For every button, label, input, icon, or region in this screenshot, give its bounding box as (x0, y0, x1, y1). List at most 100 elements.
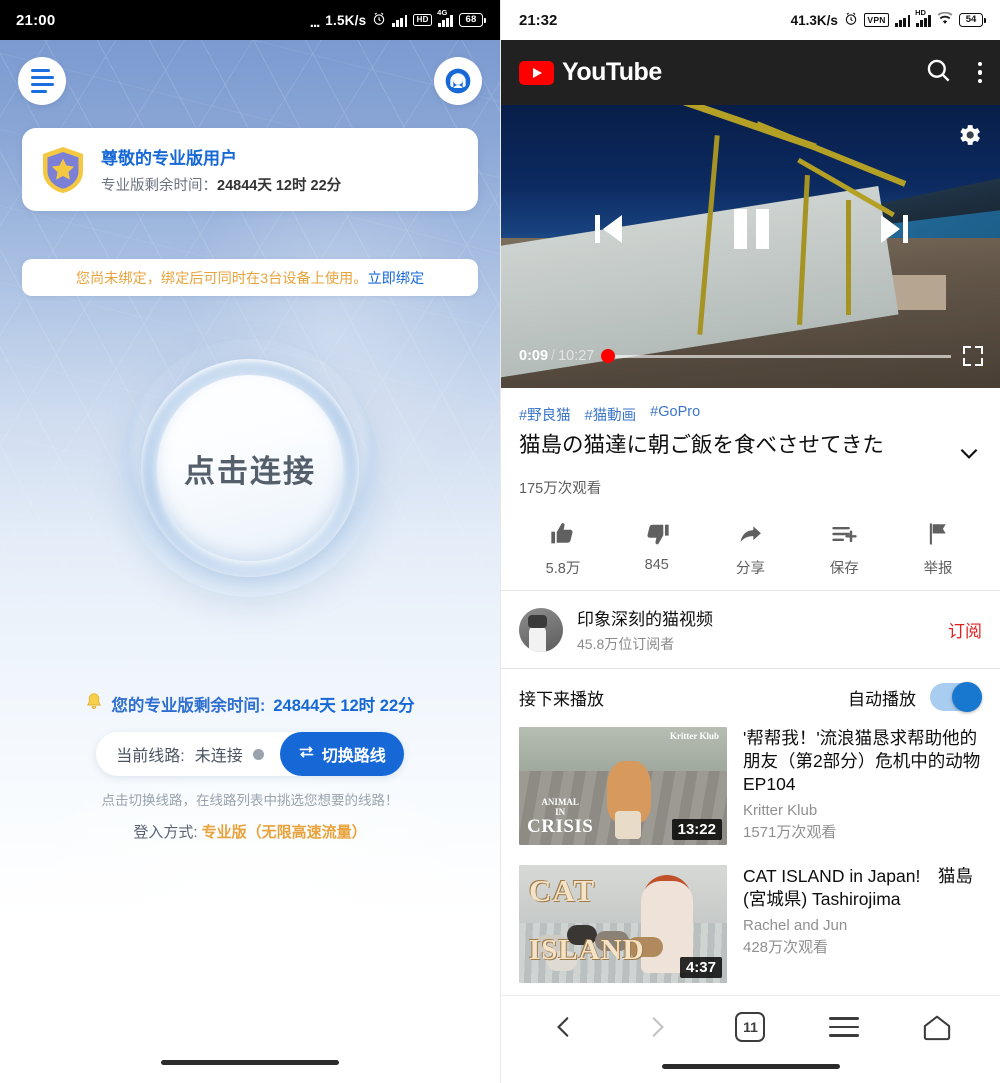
youtube-play-icon (519, 60, 554, 85)
player-seek-knob[interactable] (601, 349, 616, 363)
vip-card-text: 尊敬的专业版用户 专业版剩余时间：24844天 12时 22分 (101, 144, 341, 195)
list-item[interactable]: Kritter Klub ANIMAL IN CRISIS 13:22 '帮帮我… (501, 721, 1000, 859)
share-button[interactable]: 分享 (715, 520, 787, 578)
switch-route-button[interactable]: 切换路线 (279, 732, 404, 776)
autoplay-control: 自动播放 (848, 682, 982, 712)
player-bottom-bar: 0:09/10:27 (501, 346, 1000, 366)
autoplay-toggle[interactable] (930, 682, 982, 712)
channel-name: 印象深刻的猫视频 (577, 610, 713, 629)
hd-badge: HD (413, 14, 433, 26)
video-tag[interactable]: #GoPro (650, 404, 700, 425)
video-views: 1571万次观看 (743, 824, 837, 842)
channel-text: 印象深刻的猫视频 45.8万位订阅者 (577, 605, 934, 654)
video-player[interactable]: 0:09/10:27 (501, 105, 1000, 388)
vip-status-card[interactable]: 尊敬的专业版用户 专业版剩余时间：24844天 12时 22分 (22, 128, 478, 211)
home-icon[interactable] (909, 1005, 965, 1049)
dislike-button[interactable]: 845 (621, 520, 693, 578)
battery-level: 68 (459, 12, 483, 28)
home-indicator-left (161, 1060, 339, 1065)
remaining-time-label: 您的专业版剩余时间: (111, 697, 266, 715)
channel-row[interactable]: 印象深刻的猫视频 45.8万位订阅者 订阅 (501, 591, 1000, 668)
video-channel: Kritter Klub (743, 802, 818, 820)
home-indicator-right (661, 1064, 840, 1069)
vpn-app-header (0, 56, 500, 106)
signal-bars-icon-1 (392, 14, 408, 27)
autoplay-label: 自动播放 (848, 689, 916, 709)
fullscreen-icon[interactable] (963, 346, 983, 366)
flag-report-icon (929, 523, 946, 545)
report-button[interactable]: 举报 (902, 520, 974, 578)
subscribe-button[interactable]: 订阅 (948, 617, 982, 642)
route-row: 当前线路: 未连接 切换路线 (0, 732, 500, 776)
video-meta: #野良猫 #猫動画 #GoPro 猫島の猫達に朝ご飯を食べさせてきた 175万次… (501, 388, 1000, 510)
bind-now-link[interactable]: 立即绑定 (367, 268, 424, 288)
connect-ring-middle: 点击连接 (141, 359, 359, 577)
video-title-row[interactable]: 猫島の猫達に朝ご飯を食べさせてきた (519, 432, 982, 471)
thumbs-down-icon (647, 524, 669, 545)
switch-route-label: 切换路线 (321, 748, 386, 765)
status-time: 21:00 (16, 11, 56, 29)
swap-arrows-icon (298, 745, 315, 763)
like-button[interactable]: 5.8万 (527, 520, 599, 578)
login-mode-row: 登入方式: 专业版（无限高速流量） (0, 821, 500, 842)
video-title: '帮帮我！'流浪猫恳求帮助他的朋友（第2部分）危机中的动物 EP104 (743, 728, 981, 795)
save-button[interactable]: 保存 (808, 520, 880, 578)
battery-icon: 54 (959, 12, 986, 28)
left-phone-vpn-app: 21:00 ... 1.5K/s HD 4G 68 尊敬的专业版用户 专业版剩余… (0, 0, 500, 1083)
status-indicators: 41.3K/s VPN HD 54 (791, 8, 986, 29)
video-action-bar: 5.8万 845 分享 保存 举报 (501, 510, 1000, 590)
customer-service-icon[interactable] (434, 57, 482, 105)
login-mode-value: 专业版（无限高速流量） (201, 824, 367, 841)
left-status-bar: 21:00 ... 1.5K/s HD 4G 68 (0, 0, 500, 40)
shield-star-icon (43, 146, 83, 193)
signal-bars-icon-1 (895, 14, 911, 27)
kebab-menu-icon[interactable] (977, 61, 982, 84)
video-channel: Rachel and Jun (743, 917, 848, 935)
video-thumbnail[interactable]: CAT ISLAND 4:37 (519, 865, 727, 983)
chevron-left-icon[interactable] (536, 1005, 592, 1049)
thumb-watermark: Kritter Klub (669, 731, 719, 741)
bind-notice-banner[interactable]: 您尚未绑定，绑定后可同时在3台设备上使用。 立即绑定 (22, 259, 478, 296)
signal-bars-icon-2: HD (915, 8, 931, 27)
video-thumbnail[interactable]: Kritter Klub ANIMAL IN CRISIS 13:22 (519, 727, 727, 845)
hamburger-menu-icon[interactable] (816, 1005, 872, 1049)
current-route-value: 未连接 (194, 748, 243, 765)
next-track-icon[interactable] (880, 215, 908, 243)
pause-icon[interactable] (733, 209, 769, 249)
player-seek-bar[interactable] (601, 349, 951, 363)
youtube-header: YouTube (501, 40, 1000, 105)
channel-avatar[interactable] (519, 607, 563, 652)
system-nav-bar: 11 (501, 995, 1000, 1083)
video-tag[interactable]: #猫動画 (585, 404, 637, 425)
network-speed: 1.5K/s (325, 12, 367, 28)
vip-remaining-value: 24844天 12时 22分 (217, 178, 342, 194)
previous-track-icon[interactable] (594, 215, 622, 243)
tabs-button[interactable]: 11 (722, 1005, 778, 1049)
video-info: '帮帮我！'流浪猫恳求帮助他的朋友（第2部分）危机中的动物 EP104 Krit… (743, 727, 982, 845)
thumb-overlay-line3: CRISIS (527, 816, 594, 838)
chevron-down-icon[interactable] (956, 440, 982, 471)
battery-level: 54 (959, 12, 983, 28)
video-views: 428万次观看 (743, 939, 829, 957)
connect-ring-outer: 点击连接 (121, 339, 379, 597)
search-icon[interactable] (925, 57, 952, 89)
player-controls (501, 209, 1000, 249)
speed-prefix-dots: ... (309, 13, 320, 31)
video-info: CAT ISLAND in Japan! 猫島 (宮城県) Tashirojim… (743, 865, 982, 983)
video-views: 175万次观看 (519, 481, 602, 497)
connect-button-label: 点击连接 (184, 453, 316, 489)
gear-icon[interactable] (955, 121, 983, 154)
up-next-title: 接下来播放 (519, 689, 604, 709)
right-phone-youtube-app: 21:32 41.3K/s VPN HD 54 YouTube 0:09 / 1… (500, 0, 1000, 1083)
video-tag[interactable]: #野良猫 (519, 404, 571, 425)
video-title: CAT ISLAND in Japan! 猫島 (宮城県) Tashirojim… (743, 866, 973, 910)
player-time-separator: / (551, 348, 556, 364)
alarm-clock-icon (844, 12, 858, 29)
status-time: 21:32 (519, 11, 558, 29)
hamburger-menu-icon[interactable] (18, 57, 66, 105)
connect-button[interactable]: 点击连接 (157, 375, 343, 561)
current-route-pill[interactable]: 当前线路: 未连接 切换路线 (96, 732, 404, 776)
list-item[interactable]: CAT ISLAND 4:37 CAT ISLAND in Japan! 猫島 … (501, 859, 1000, 997)
chevron-right-icon[interactable] (629, 1005, 685, 1049)
youtube-logo[interactable]: YouTube (519, 58, 662, 87)
